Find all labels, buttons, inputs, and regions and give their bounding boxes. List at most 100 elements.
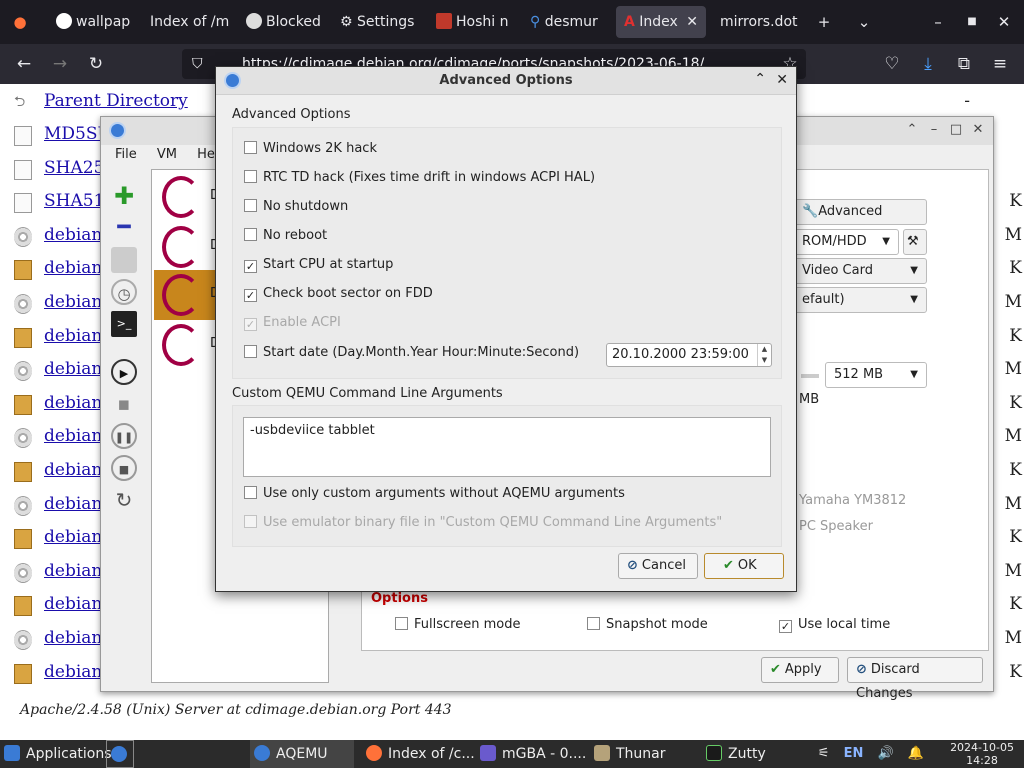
save-icon[interactable]: ▪ (111, 391, 137, 417)
memory-slider[interactable] (801, 374, 819, 378)
close-window-icon[interactable]: ✕ (990, 8, 1018, 36)
menu-vm[interactable]: VM (157, 147, 177, 162)
firefox-icon[interactable]: ● (6, 8, 34, 36)
file-link[interactable]: debian (44, 326, 102, 346)
notification-bell-icon[interactable]: 🔔 (908, 746, 924, 761)
file-link[interactable]: debian (44, 225, 102, 245)
file-size: M (1004, 292, 1022, 312)
start-date-checkbox[interactable]: Start date (Day.Month.Year Hour:Minute:S… (244, 345, 579, 360)
snapshot-checkbox[interactable]: Snapshot mode (587, 617, 708, 632)
clock-icon[interactable]: ◷ (111, 279, 137, 305)
shade-icon[interactable]: ⌃ (903, 121, 921, 139)
aqemu-launcher-icon[interactable] (106, 740, 134, 768)
discard-changes-button[interactable]: ⊘ Discard Changes (847, 657, 983, 701)
tab-desmur[interactable]: ⚲ desmur (522, 6, 608, 38)
local-time-checkbox[interactable]: ✓ Use local time (779, 617, 890, 633)
file-link[interactable]: debian (44, 258, 102, 278)
tab-settings[interactable]: ⚙ Settings (332, 6, 422, 38)
terminal-icon[interactable]: >_ (111, 311, 137, 337)
menu-file[interactable]: File (115, 147, 137, 162)
tab-wallpaper[interactable]: wallpap (48, 6, 134, 38)
no-shutdown-checkbox[interactable]: No shutdown (244, 199, 348, 214)
task-zutty[interactable]: Zutty (702, 740, 810, 768)
pocket-icon[interactable]: ♡ (878, 50, 906, 78)
extensions-icon[interactable]: ⧉ (950, 50, 978, 78)
back-arrow-icon[interactable]: ← (10, 50, 38, 78)
tab-list-chevron-icon[interactable]: ⌄ (850, 8, 878, 36)
file-link[interactable]: debian (44, 460, 102, 480)
minimize-icon[interactable]: – (924, 8, 952, 36)
file-link[interactable]: SHA51 (44, 191, 104, 211)
reset-icon[interactable]: ↻ (111, 487, 137, 513)
tab-index-m[interactable]: Index of /m (142, 6, 230, 38)
video-card-select[interactable]: Video Card ▼ (793, 258, 927, 284)
pause-icon[interactable]: ❚❚ (111, 423, 137, 449)
custom-args-textarea[interactable]: -usbdeviice tabblet (243, 417, 771, 477)
text-file-icon (14, 193, 32, 214)
task-mgba[interactable]: mGBA - 0.... (476, 740, 588, 768)
machine-select[interactable]: efault) ▼ (793, 287, 927, 313)
settings-tool-icon[interactable]: ⚒ (903, 229, 927, 255)
check-boot-sector-checkbox[interactable]: ✓ Check boot sector on FDD (244, 286, 433, 302)
close-icon[interactable]: ✕ (776, 72, 788, 88)
cancel-button[interactable]: ⊘ Cancel (618, 553, 698, 579)
file-link[interactable]: debian (44, 662, 102, 682)
tab-blocked[interactable]: Blocked (238, 6, 326, 38)
stop-icon[interactable]: ■ (111, 455, 137, 481)
clock[interactable]: 2024-10-05 14:28 (950, 741, 1014, 767)
applications-menu[interactable]: Applications (0, 740, 112, 768)
fullscreen-checkbox[interactable]: Fullscreen mode (395, 617, 520, 632)
file-link[interactable]: SHA25 (44, 158, 104, 178)
tab-mirrors[interactable]: mirrors.dot (712, 6, 808, 38)
rtc-td-hack-checkbox[interactable]: RTC TD hack (Fixes time drift in windows… (244, 170, 595, 185)
remove-vm-icon[interactable]: ━ (111, 215, 137, 241)
memory-select[interactable]: 512 MB ▼ (825, 362, 927, 388)
close-icon[interactable]: ✕ (969, 121, 987, 139)
no-reboot-checkbox[interactable]: No reboot (244, 228, 327, 243)
file-link[interactable]: debian (44, 561, 102, 581)
file-link[interactable]: debian (44, 527, 102, 547)
only-custom-args-checkbox[interactable]: Use only custom arguments without AQEMU … (244, 486, 625, 501)
maximize-icon[interactable]: ■ (958, 8, 986, 36)
parent-directory-link[interactable]: Parent Directory (44, 91, 188, 111)
start-icon[interactable]: ▶ (111, 359, 137, 385)
file-link[interactable]: debian (44, 594, 102, 614)
tab-hoshi[interactable]: Hoshi n (428, 6, 514, 38)
file-link[interactable]: debian (44, 359, 102, 379)
start-date-input[interactable]: 20.10.2000 23:59:00 ▲ ▼ (606, 343, 772, 367)
reload-icon[interactable]: ↻ (82, 50, 110, 78)
task-thunar[interactable]: Thunar (590, 740, 698, 768)
new-tab-button[interactable]: + (810, 8, 838, 36)
menu-icon[interactable]: ≡ (986, 50, 1014, 78)
forward-arrow-icon[interactable]: → (46, 50, 74, 78)
tab-index-active[interactable]: A Index ✕ (616, 6, 706, 38)
network-icon[interactable]: ⚟ (818, 746, 830, 761)
file-link[interactable]: debian (44, 494, 102, 514)
task-aqemu[interactable]: AQEMU (250, 740, 354, 768)
boot-select[interactable]: ROM/HDD ▼ (793, 229, 899, 255)
volume-icon[interactable]: 🔊 (877, 746, 893, 761)
apply-button[interactable]: ✔ Apply (761, 657, 839, 683)
shade-icon[interactable]: ⌃ (754, 71, 766, 87)
maximize-icon[interactable]: □ (947, 121, 965, 139)
download-icon[interactable]: ⤓ (914, 50, 942, 78)
add-vm-icon[interactable]: ✚ (111, 183, 137, 209)
file-size: M (1004, 426, 1022, 447)
ok-button[interactable]: ✔ OK (704, 553, 784, 579)
advanced-button[interactable]: 🔧Advanced (793, 199, 927, 225)
debian-swirl-icon (162, 274, 200, 316)
file-link[interactable]: debian (44, 393, 102, 413)
file-size: K (1009, 661, 1022, 682)
task-firefox[interactable]: Index of /c... (362, 740, 476, 768)
file-link[interactable]: debian (44, 426, 102, 446)
keyboard-layout[interactable]: EN (844, 746, 864, 761)
file-link[interactable]: debian (44, 628, 102, 648)
close-tab-icon[interactable]: ✕ (686, 6, 698, 38)
windows-2k-hack-checkbox[interactable]: Windows 2K hack (244, 141, 377, 156)
hdd-icon[interactable] (111, 247, 137, 273)
dialog-titlebar: Advanced Options ⌃ ✕ (216, 67, 796, 95)
minimize-icon[interactable]: – (925, 121, 943, 139)
spin-arrows-icon[interactable]: ▲ ▼ (757, 344, 771, 366)
start-cpu-checkbox[interactable]: ✓ Start CPU at startup (244, 257, 393, 273)
file-link[interactable]: debian (44, 292, 102, 312)
